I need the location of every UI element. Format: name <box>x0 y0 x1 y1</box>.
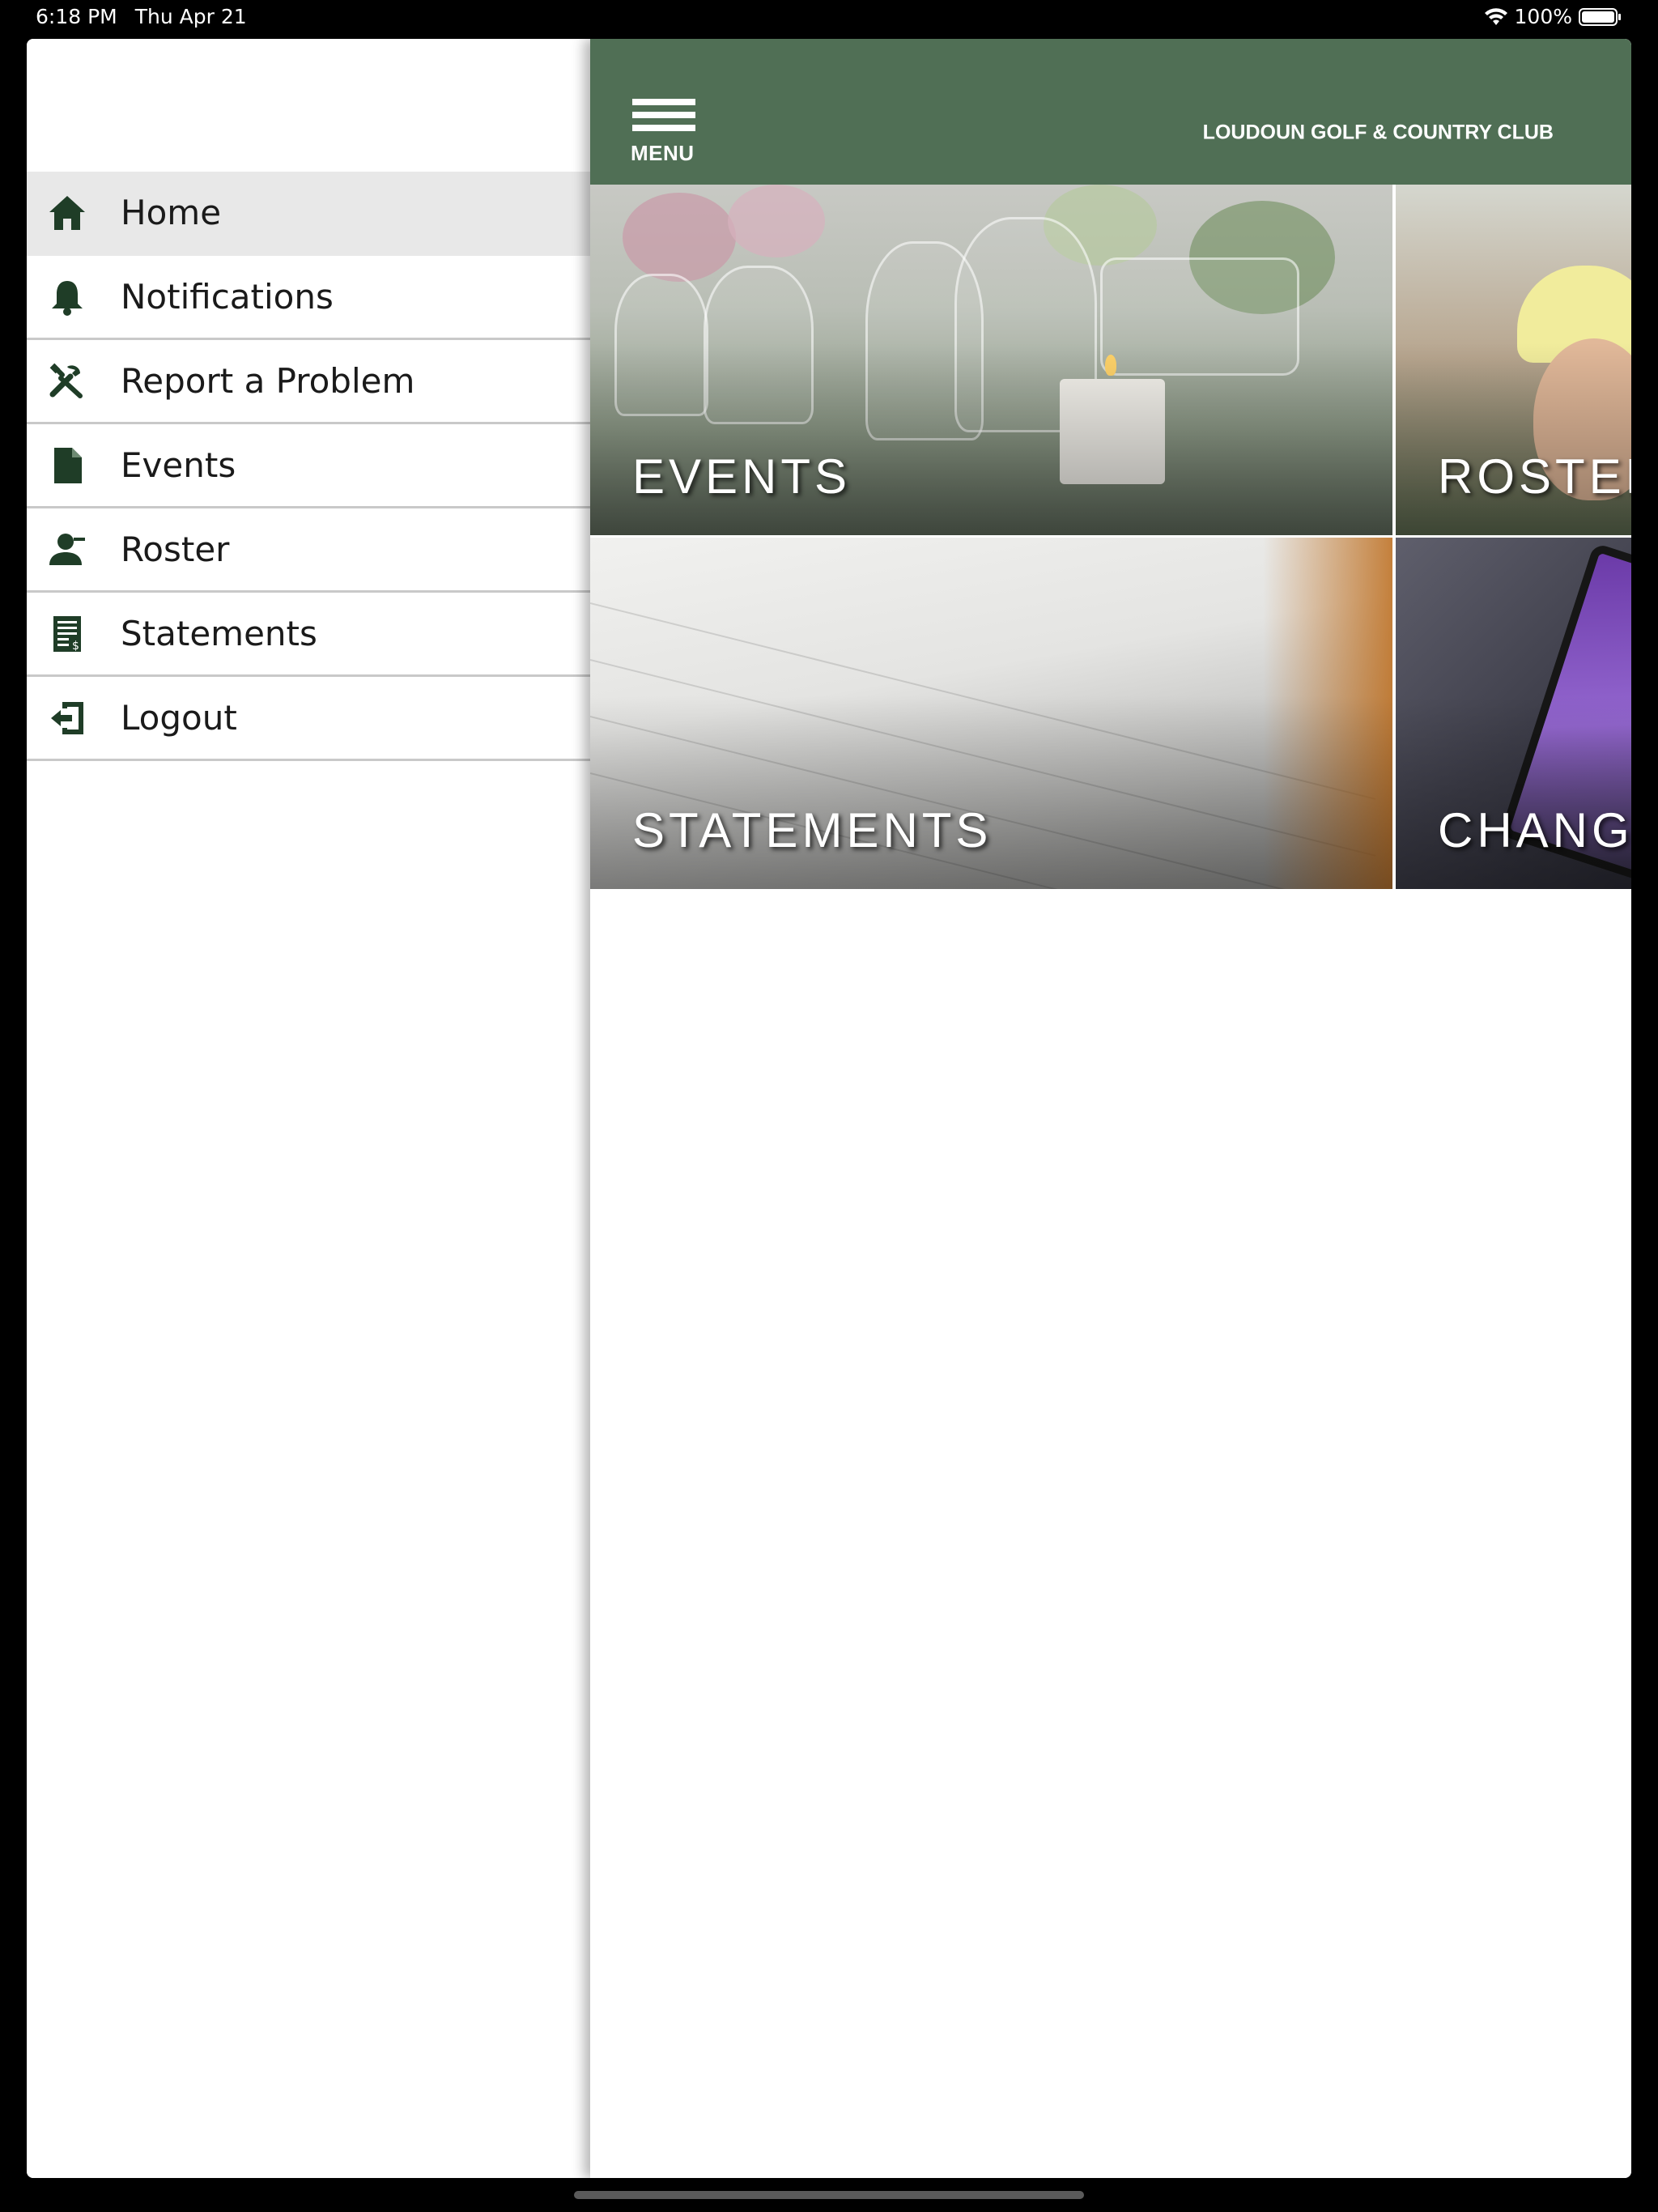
sidebar: Home Notifications Report a Problem Even… <box>27 39 590 2178</box>
tools-icon <box>46 360 88 402</box>
menu-button[interactable]: MENU <box>631 99 699 168</box>
hamburger-icon <box>632 99 695 136</box>
menu-label: MENU <box>631 141 695 165</box>
sidebar-item-label: Report a Problem <box>121 361 415 401</box>
status-time: 6:18 PM <box>36 5 117 28</box>
tile-change[interactable]: CHANGE <box>1396 538 1631 889</box>
status-right: 100% <box>1484 5 1622 28</box>
svg-text:$: $ <box>72 640 79 653</box>
sidebar-item-notifications[interactable]: Notifications <box>27 256 590 340</box>
sidebar-item-home[interactable]: Home <box>27 172 590 256</box>
statement-icon: $ <box>46 613 88 655</box>
status-left: 6:18 PM Thu Apr 21 <box>36 5 247 28</box>
sidebar-item-events[interactable]: Events <box>27 424 590 508</box>
main-content: MENU LOUDOUN GOLF & COUNTRY CLUB EVENTS <box>590 39 1631 2178</box>
sidebar-list: Home Notifications Report a Problem Even… <box>27 172 590 761</box>
tile-statements[interactable]: STATEMENTS <box>590 538 1392 889</box>
sidebar-item-roster[interactable]: Roster <box>27 508 590 593</box>
home-icon <box>46 192 88 234</box>
status-bar: 6:18 PM Thu Apr 21 100% <box>0 0 1658 36</box>
tile-roster[interactable]: ROSTER <box>1396 185 1631 535</box>
sidebar-item-label: Events <box>121 445 236 485</box>
tile-overlay <box>1396 342 1631 535</box>
top-bar: MENU LOUDOUN GOLF & COUNTRY CLUB <box>590 39 1631 185</box>
sidebar-item-statements[interactable]: $ Statements <box>27 593 590 677</box>
sidebar-item-label: Statements <box>121 614 317 653</box>
app-screen: Home Notifications Report a Problem Even… <box>27 39 1631 2178</box>
status-date: Thu Apr 21 <box>134 5 247 28</box>
tile-overlay <box>590 696 1392 889</box>
tile-label: STATEMENTS <box>632 803 993 857</box>
sidebar-item-label: Roster <box>121 530 230 569</box>
tile-overlay <box>1396 696 1631 889</box>
sidebar-item-label: Notifications <box>121 277 334 317</box>
logout-icon <box>46 697 88 739</box>
tile-events[interactable]: EVENTS <box>590 185 1392 535</box>
home-indicator[interactable] <box>574 2191 1084 2199</box>
bell-icon <box>46 276 88 318</box>
sidebar-item-label: Logout <box>121 698 237 738</box>
battery-percent: 100% <box>1514 5 1572 28</box>
flower-decoration <box>728 185 825 257</box>
sidebar-item-label: Home <box>121 193 222 232</box>
flower-decoration <box>623 193 736 282</box>
sidebar-item-report-a-problem[interactable]: Report a Problem <box>27 340 590 424</box>
club-title: LOUDOUN GOLF & COUNTRY CLUB <box>1202 121 1554 144</box>
battery-icon <box>1579 7 1622 27</box>
tile-label: CHANGE <box>1438 803 1631 857</box>
tile-label: EVENTS <box>632 449 852 504</box>
tile-overlay <box>590 342 1392 535</box>
wifi-icon <box>1484 7 1508 27</box>
sidebar-item-logout[interactable]: Logout <box>27 677 590 761</box>
tile-label: ROSTER <box>1438 449 1631 504</box>
user-icon <box>46 529 88 571</box>
document-icon <box>46 445 88 487</box>
